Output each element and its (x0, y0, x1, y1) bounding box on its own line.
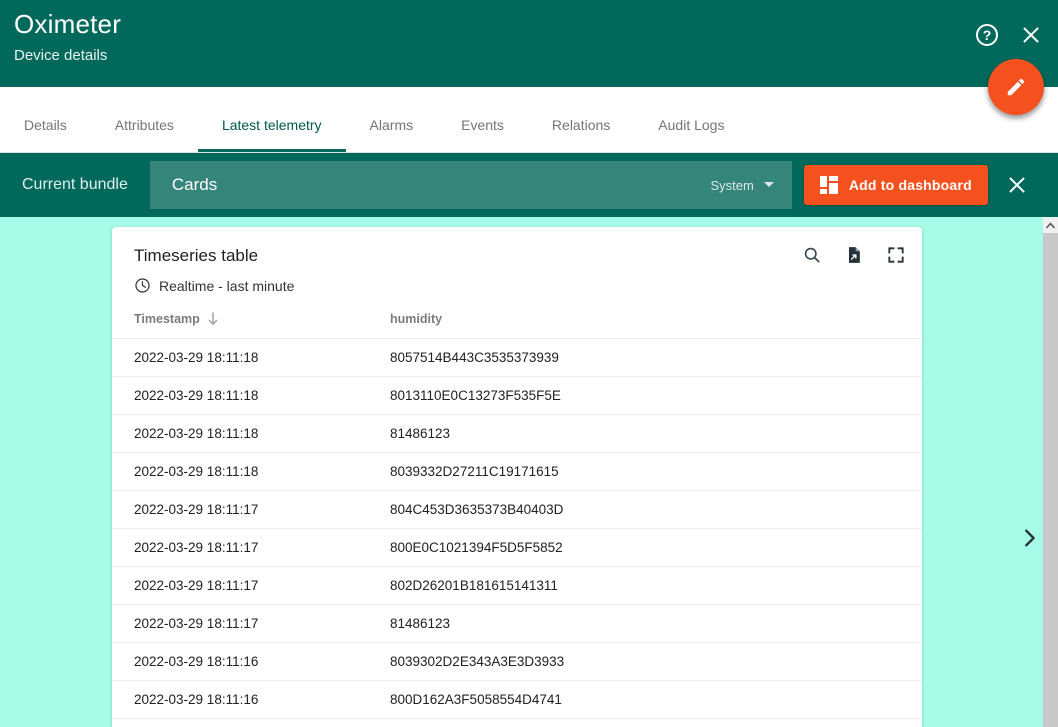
cell-humidity: 81486123 (390, 415, 922, 453)
help-icon-label: ? (983, 28, 992, 42)
tab-audit-logs[interactable]: Audit Logs (634, 99, 748, 152)
close-details-button[interactable] (1018, 22, 1044, 48)
dashboard-grid-icon (820, 176, 838, 194)
table-header-row: Timestamp humidity (112, 312, 922, 339)
close-bundle-bar-button[interactable] (1004, 172, 1030, 198)
cell-timestamp: 2022-03-29 18:11:18 (112, 377, 390, 415)
column-header-humidity-label: humidity (390, 312, 442, 326)
cell-timestamp: 2022-03-29 18:11:18 (112, 415, 390, 453)
cell-timestamp: 2022-03-29 18:11:17 (112, 491, 390, 529)
cell-humidity: 8057514B443C3535373939 (390, 339, 922, 377)
cell-humidity: 81486123 (390, 605, 922, 643)
help-circle-icon: ? (976, 24, 998, 46)
table-row[interactable]: 2022-03-29 18:11:18 8013110E0C13273F535F… (112, 377, 922, 415)
device-details-page: Oximeter Device details ? Details Attrib… (0, 0, 1058, 727)
edit-device-fab[interactable] (988, 59, 1044, 115)
table-row[interactable]: 2022-03-29 18:11:17 800E0C1021394F5D5F58… (112, 529, 922, 567)
cell-timestamp: 2022-03-29 18:11:17 (112, 605, 390, 643)
tab-latest-telemetry[interactable]: Latest telemetry (198, 99, 346, 152)
add-to-dashboard-label: Add to dashboard (849, 177, 972, 193)
widget-header: Timeseries table Realtime - last minute (112, 227, 922, 294)
cell-timestamp: 2022-03-29 18:11:17 (112, 567, 390, 605)
table-head: Timestamp humidity (112, 312, 922, 339)
header-actions: ? (974, 22, 1044, 48)
widget-preview-canvas: Timeseries table Realtime - last minute (0, 217, 1058, 727)
page-header: Oximeter Device details ? (0, 0, 1058, 87)
bundle-select[interactable]: Cards System (150, 161, 792, 209)
tab-alarms[interactable]: Alarms (346, 99, 438, 152)
cell-humidity: 8039332D27211C19171615 (390, 453, 922, 491)
page-subtitle: Device details (14, 46, 121, 66)
search-icon[interactable] (802, 245, 822, 265)
table-body: 2022-03-29 18:11:18 8057514B443C35353739… (112, 339, 922, 719)
cell-humidity: 804C453D3635373B40403D (390, 491, 922, 529)
cell-humidity: 802D26201B181615141311 (390, 567, 922, 605)
cell-timestamp: 2022-03-29 18:11:16 (112, 643, 390, 681)
chevron-up-icon (1046, 222, 1055, 229)
widget-title: Timeseries table (134, 245, 900, 267)
cell-humidity: 800E0C1021394F5D5F5852 (390, 529, 922, 567)
cell-timestamp: 2022-03-29 18:11:16 (112, 681, 390, 719)
scroll-up-button[interactable] (1043, 217, 1058, 233)
cell-timestamp: 2022-03-29 18:11:18 (112, 453, 390, 491)
column-header-timestamp[interactable]: Timestamp (112, 312, 390, 339)
header-titles: Oximeter Device details (14, 8, 121, 66)
bundle-scope-label: System (711, 178, 754, 193)
tab-events[interactable]: Events (437, 99, 528, 152)
cell-timestamp: 2022-03-29 18:11:17 (112, 529, 390, 567)
cell-timestamp: 2022-03-29 18:11:18 (112, 339, 390, 377)
page-title: Oximeter (14, 8, 121, 40)
table-row[interactable]: 2022-03-29 18:11:17 804C453D3635373B4040… (112, 491, 922, 529)
chevron-down-icon (764, 182, 774, 187)
next-widget-arrow[interactable] (1018, 527, 1040, 549)
widget-tools (802, 245, 906, 265)
export-file-icon[interactable] (844, 245, 864, 265)
table-row[interactable]: 2022-03-29 18:11:16 800D162A3F5058554D47… (112, 681, 922, 719)
close-icon (1021, 25, 1041, 45)
clock-icon (134, 277, 151, 294)
close-icon (1007, 175, 1027, 195)
arrow-down-icon (207, 312, 219, 326)
column-header-humidity[interactable]: humidity (390, 312, 922, 339)
table-row[interactable]: 2022-03-29 18:11:17 802D26201B1816151413… (112, 567, 922, 605)
cell-humidity: 800D162A3F5058554D4741 (390, 681, 922, 719)
widget-subtitle: Realtime - last minute (134, 277, 900, 294)
current-bundle-label: Current bundle (22, 176, 128, 194)
table-row[interactable]: 2022-03-29 18:11:17 81486123 (112, 605, 922, 643)
page-scrollbar[interactable] (1043, 217, 1058, 727)
add-to-dashboard-button[interactable]: Add to dashboard (804, 165, 988, 205)
pencil-icon (1005, 76, 1027, 98)
fullscreen-icon[interactable] (886, 245, 906, 265)
widget-bundle-toolbar: Current bundle Cards System Add to dashb… (0, 153, 1058, 217)
widget-subtitle-label: Realtime - last minute (159, 278, 294, 294)
table-row[interactable]: 2022-03-29 18:11:18 8039332D27211C191716… (112, 453, 922, 491)
table-row[interactable]: 2022-03-29 18:11:18 81486123 (112, 415, 922, 453)
cell-humidity: 8013110E0C13273F535F5E (390, 377, 922, 415)
timeseries-table-widget: Timeseries table Realtime - last minute (112, 227, 922, 727)
table-row[interactable]: 2022-03-29 18:11:16 8039302D2E343A3E3D39… (112, 643, 922, 681)
table-row[interactable]: 2022-03-29 18:11:18 8057514B443C35353739… (112, 339, 922, 377)
timeseries-table: Timestamp humidity (112, 312, 922, 719)
entity-tabs: Details Attributes Latest telemetry Alar… (0, 87, 1058, 153)
bundle-select-value: Cards (172, 175, 217, 195)
tab-details[interactable]: Details (0, 99, 91, 152)
tab-attributes[interactable]: Attributes (91, 99, 198, 152)
tab-relations[interactable]: Relations (528, 99, 634, 152)
help-button[interactable]: ? (974, 22, 1000, 48)
cell-humidity: 8039302D2E343A3E3D3933 (390, 643, 922, 681)
column-header-timestamp-label: Timestamp (134, 312, 200, 326)
